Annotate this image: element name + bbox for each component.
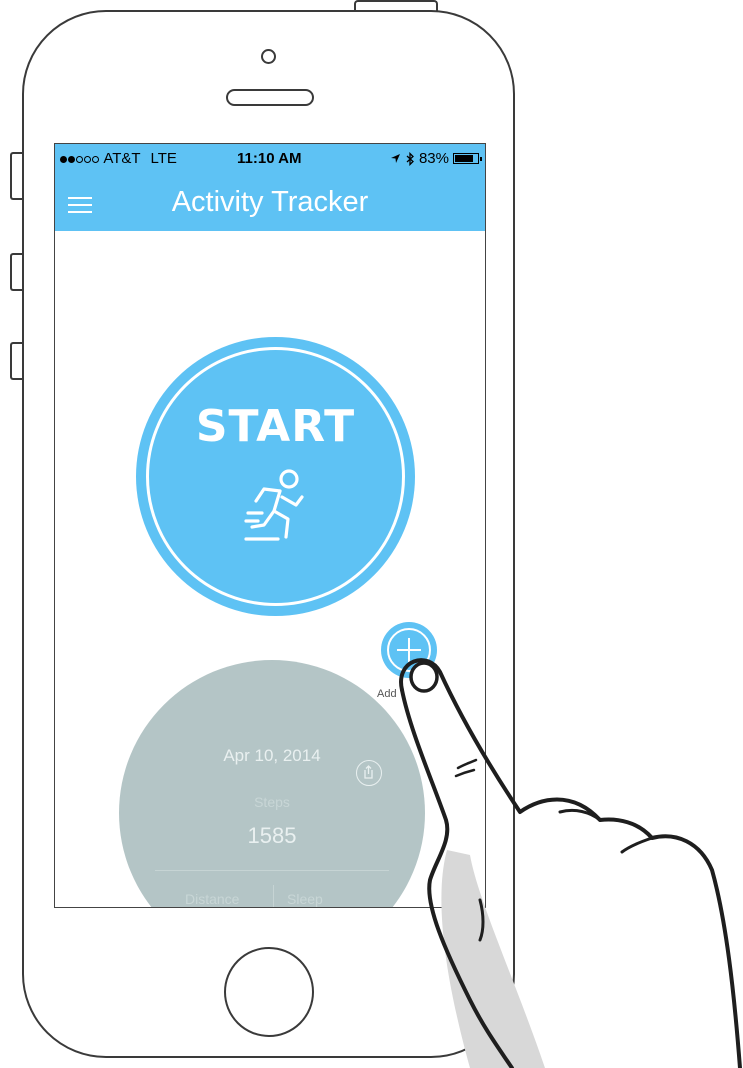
location-arrow-icon bbox=[390, 154, 400, 163]
summary-divider bbox=[155, 870, 389, 871]
steps-label: Steps bbox=[254, 794, 290, 810]
add-button[interactable] bbox=[381, 622, 437, 678]
sleep-label: Sleep bbox=[287, 891, 323, 907]
bluetooth-icon bbox=[406, 151, 414, 166]
signal-strength-icon bbox=[60, 150, 103, 167]
start-button-label: START bbox=[195, 401, 356, 452]
share-icon[interactable] bbox=[356, 760, 382, 786]
carrier-name: AT&T bbox=[103, 150, 141, 167]
distance-label: Distance bbox=[185, 891, 240, 907]
home-button[interactable] bbox=[224, 947, 314, 1037]
start-button[interactable]: START bbox=[136, 337, 415, 616]
signal-dot bbox=[68, 155, 75, 163]
earpiece-speaker bbox=[226, 89, 314, 106]
running-person-icon bbox=[244, 469, 304, 541]
battery-icon bbox=[453, 153, 482, 164]
page-title: Activity Tracker bbox=[171, 186, 369, 218]
status-right: 83% bbox=[390, 150, 482, 167]
signal-dot bbox=[84, 155, 91, 163]
front-camera bbox=[261, 49, 276, 64]
signal-dot bbox=[76, 155, 83, 163]
plus-icon bbox=[387, 628, 431, 672]
share-glyph bbox=[364, 765, 373, 779]
battery-percent: 83% bbox=[418, 150, 449, 167]
app-header: AT&T LTE 11:10 AM 83% Activity Tracker bbox=[55, 144, 485, 231]
stage: AT&T LTE 11:10 AM 83% Activity Tracker S… bbox=[0, 0, 743, 1068]
network-type: LTE bbox=[150, 150, 177, 167]
status-left: AT&T LTE bbox=[60, 150, 177, 167]
signal-dot bbox=[60, 155, 67, 163]
status-bar: AT&T LTE 11:10 AM 83% bbox=[55, 144, 485, 172]
steps-value: 1585 bbox=[247, 823, 297, 848]
summary-separator bbox=[273, 885, 274, 907]
add-button-label: Add bbox=[377, 688, 397, 700]
status-time: 11:10 AM bbox=[237, 150, 302, 167]
app-screen: AT&T LTE 11:10 AM 83% Activity Tracker S… bbox=[54, 143, 486, 908]
signal-dot bbox=[92, 155, 99, 163]
